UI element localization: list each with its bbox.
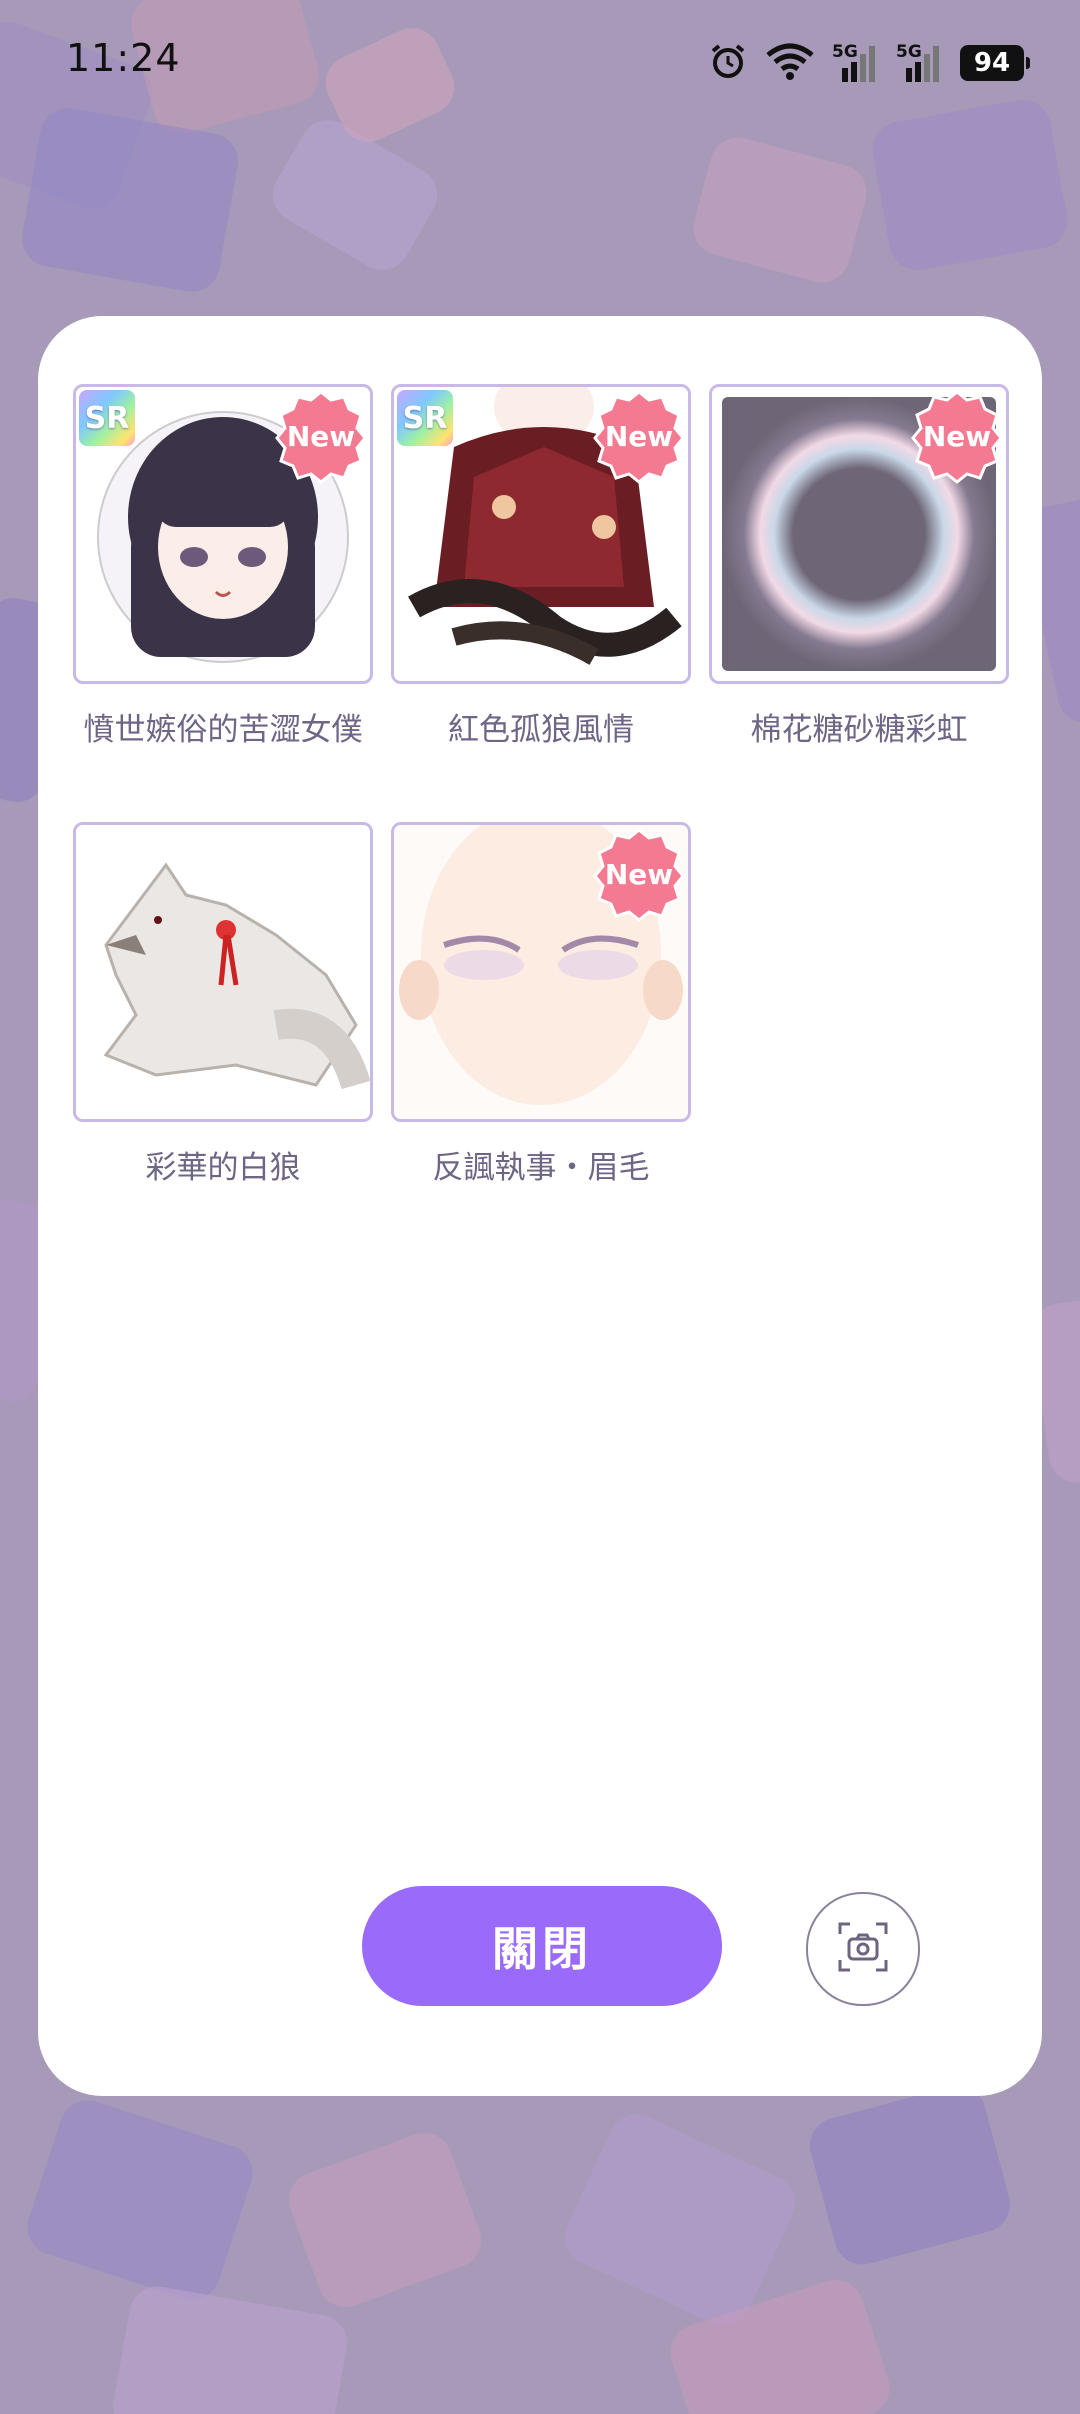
item-thumbnail <box>73 822 373 1122</box>
item-name: 反諷執事・眉毛 <box>432 1150 650 1186</box>
close-button[interactable]: 關閉 <box>362 1886 722 2006</box>
screenshot-button[interactable] <box>806 1892 920 2006</box>
item-name: 彩華的白狼 <box>145 1150 301 1186</box>
new-badge: New <box>909 388 1005 484</box>
item-name: 棉花糖砂糖彩虹 <box>750 712 968 748</box>
alarm-icon <box>708 41 748 85</box>
battery-icon: 94 <box>960 45 1030 81</box>
items-panel: SR New 憤世嫉俗的苦澀女僕 SR New 紅色孤狼風情 New 棉花糖砂糖… <box>38 316 1042 2096</box>
sr-rarity-badge: SR <box>397 390 453 446</box>
status-bar: 11:24 5G 5G 94 <box>0 0 1080 120</box>
item-name: 紅色孤狼風情 <box>448 712 634 748</box>
new-badge: New <box>591 388 687 484</box>
camera-icon <box>836 1920 890 1978</box>
status-time: 11:24 <box>66 36 181 80</box>
sr-rarity-badge: SR <box>79 390 135 446</box>
new-badge: New <box>591 826 687 922</box>
item-name: 憤世嫉俗的苦澀女僕 <box>83 712 363 748</box>
new-badge: New <box>273 388 369 484</box>
wifi-icon <box>764 41 816 85</box>
signal-icon: 5G <box>896 42 944 84</box>
signal-icon: 5G <box>832 42 880 84</box>
